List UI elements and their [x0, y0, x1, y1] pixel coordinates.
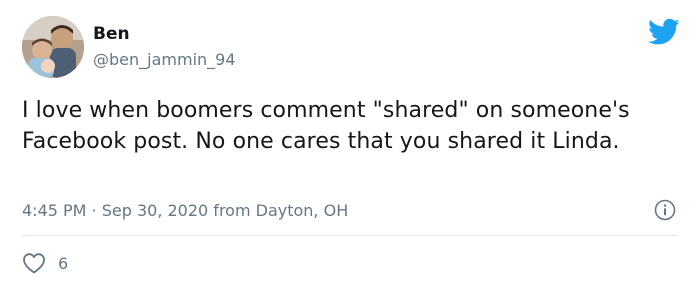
avatar[interactable]	[22, 16, 84, 78]
like-button[interactable]: 6	[22, 251, 68, 275]
tweet-card: Ben @ben_jammin_94 I love when boomers c…	[0, 0, 700, 288]
tweet-text: I love when boomers comment "shared" on …	[22, 98, 630, 154]
twitter-bird-icon[interactable]	[648, 18, 680, 46]
user-handle[interactable]: @ben_jammin_94	[93, 50, 236, 70]
heart-icon	[23, 253, 45, 274]
like-count: 6	[58, 253, 69, 273]
info-icon[interactable]	[654, 199, 676, 221]
display-name[interactable]: Ben	[93, 24, 130, 44]
divider	[22, 235, 678, 236]
tweet-timestamp[interactable]: 4:45 PM · Sep 30, 2020 from Dayton, OH	[22, 200, 348, 222]
